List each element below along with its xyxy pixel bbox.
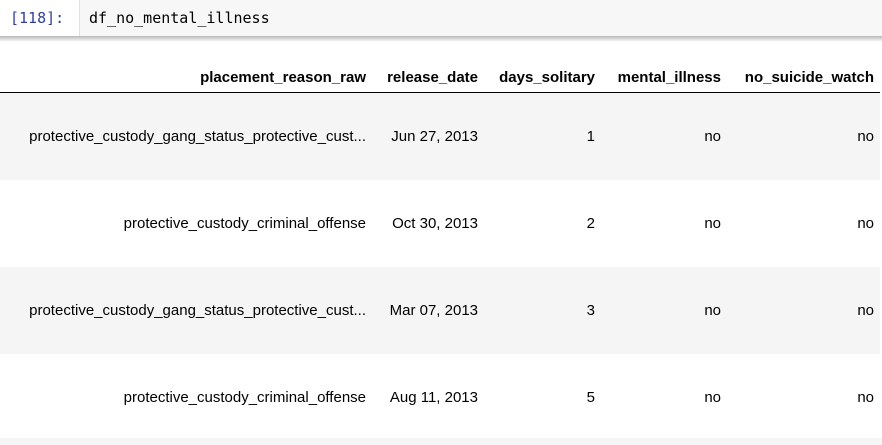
code-cell[interactable]: [118]: df_no_mental_illness — [0, 0, 882, 38]
cell-release-date: Aug 11, 2013 — [372, 354, 484, 441]
cell-days-solitary: 1 — [484, 92, 601, 180]
column-header-mental-illness: mental_illness — [601, 62, 727, 93]
cell-placement-reason-raw: protective_custody_criminal_offense — [0, 354, 372, 441]
output-area: placement_reason_raw release_date days_s… — [0, 62, 882, 441]
cell-no-suicide-watch: no — [727, 92, 880, 180]
cell-days-solitary: 5 — [484, 354, 601, 441]
table-row: protective_custody_gang_status_protectiv… — [0, 92, 880, 180]
table-row: protective_custody_criminal_offense Aug … — [0, 354, 880, 441]
column-header-release-date: release_date — [372, 62, 484, 93]
cell-placement-reason-raw: protective_custody_gang_status_protectiv… — [0, 92, 372, 180]
next-row-edge — [0, 438, 882, 445]
cell-mental-illness: no — [601, 354, 727, 441]
cell-release-date: Oct 30, 2013 — [372, 180, 484, 267]
cell-placement-reason-raw: protective_custody_gang_status_protectiv… — [0, 267, 372, 354]
column-header-placement-reason-raw: placement_reason_raw — [0, 62, 372, 93]
notebook-page: [118]: df_no_mental_illness placement_re… — [0, 0, 882, 445]
cell-days-solitary: 3 — [484, 267, 601, 354]
column-header-no-suicide-watch: no_suicide_watch — [727, 62, 880, 93]
cell-no-suicide-watch: no — [727, 354, 880, 441]
table-row: protective_custody_gang_status_protectiv… — [0, 267, 880, 354]
cell-placement-reason-raw: protective_custody_criminal_offense — [0, 180, 372, 267]
cell-mental-illness: no — [601, 267, 727, 354]
cell-mental-illness: no — [601, 92, 727, 180]
execution-count-prompt: [118]: — [10, 9, 65, 27]
cell-release-date: Mar 07, 2013 — [372, 267, 484, 354]
cell-days-solitary: 2 — [484, 180, 601, 267]
code-editor[interactable]: df_no_mental_illness — [79, 0, 882, 36]
cell-release-date: Jun 27, 2013 — [372, 92, 484, 180]
table-header-row: placement_reason_raw release_date days_s… — [0, 62, 880, 93]
cell-mental-illness: no — [601, 180, 727, 267]
code-line[interactable]: df_no_mental_illness — [89, 8, 270, 28]
cell-no-suicide-watch: no — [727, 180, 880, 267]
dataframe-table: placement_reason_raw release_date days_s… — [0, 62, 880, 441]
output-scroll-shadow — [0, 36, 882, 42]
cell-no-suicide-watch: no — [727, 267, 880, 354]
column-header-days-solitary: days_solitary — [484, 62, 601, 93]
table-row: protective_custody_criminal_offense Oct … — [0, 180, 880, 267]
